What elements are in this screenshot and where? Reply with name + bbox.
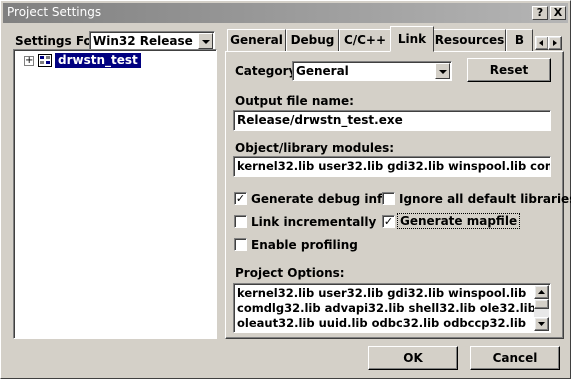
modules-label: Object/library modules: — [235, 141, 395, 155]
generate-debug-info-checkbox[interactable]: ✓ — [234, 192, 247, 205]
settings-for-value: Win32 Release — [93, 34, 193, 48]
tab-debug[interactable]: Debug — [286, 29, 339, 51]
tab-general[interactable]: General — [227, 29, 286, 51]
close-button[interactable]: X — [550, 6, 566, 20]
tab-scroll-left-button[interactable] — [535, 36, 549, 50]
project-settings-window: Project Settings ? X Settings For: Win32… — [0, 0, 571, 379]
tab-browse[interactable]: B — [506, 29, 533, 51]
help-button[interactable]: ? — [532, 6, 548, 20]
tree-item-project[interactable]: drwstn_test — [55, 53, 141, 68]
output-file-input[interactable]: Release/drwstn_test.exe — [233, 110, 551, 131]
ignore-default-libraries-label[interactable]: Ignore all default libraries — [399, 192, 571, 206]
category-value: General — [296, 64, 349, 78]
tab-resources[interactable]: Resources — [433, 29, 506, 51]
link-incrementally-label[interactable]: Link incrementally — [251, 215, 376, 229]
chevron-down-icon[interactable] — [435, 63, 450, 79]
generate-debug-info-label[interactable]: Generate debug info — [251, 192, 391, 206]
generate-mapfile-label[interactable]: Generate mapfile — [397, 213, 521, 229]
tab-scroll-right-button[interactable] — [548, 36, 562, 50]
category-dropdown[interactable]: General — [292, 61, 452, 81]
options-line: comdlg32.lib advapi32.lib shell32.lib ol… — [237, 301, 536, 315]
project-options-textarea[interactable]: kernel32.lib user32.lib gdi32.lib winspo… — [233, 283, 551, 333]
window-title: Project Settings — [7, 5, 102, 19]
chevron-down-icon[interactable] — [198, 33, 213, 49]
arrow-up-icon — [538, 290, 545, 294]
project-icon — [38, 54, 52, 67]
title-bar[interactable]: Project Settings ? X — [3, 3, 568, 23]
link-incrementally-checkbox[interactable] — [234, 215, 247, 228]
ok-button[interactable]: OK — [368, 346, 458, 370]
tab-c-cpp[interactable]: C/C++ — [339, 29, 391, 51]
ignore-default-libraries-checkbox[interactable] — [382, 192, 395, 205]
reset-button[interactable]: Reset — [467, 58, 551, 82]
settings-for-dropdown[interactable]: Win32 Release — [89, 31, 215, 51]
scroll-down-button[interactable] — [534, 317, 549, 331]
generate-mapfile-checkbox[interactable]: ✓ — [382, 215, 395, 228]
project-options-label: Project Options: — [235, 266, 345, 280]
arrow-down-icon — [538, 322, 545, 326]
tree-expand-toggle[interactable]: + — [24, 56, 34, 66]
project-tree[interactable]: + drwstn_test — [13, 49, 217, 339]
cancel-button[interactable]: Cancel — [470, 346, 560, 370]
arrow-left-icon — [539, 40, 543, 46]
tab-link[interactable]: Link — [390, 26, 434, 52]
enable-profiling-checkbox[interactable] — [234, 238, 247, 251]
options-scrollbar[interactable] — [534, 285, 549, 331]
enable-profiling-label[interactable]: Enable profiling — [251, 238, 358, 252]
options-line: oleaut32.lib uuid.lib odbc32.lib odbccp3… — [237, 316, 527, 330]
modules-input[interactable]: kernel32.lib user32.lib gdi32.lib winspo… — [233, 156, 551, 177]
output-file-label: Output file name: — [235, 94, 354, 108]
scroll-thumb[interactable] — [534, 299, 549, 309]
options-line: kernel32.lib user32.lib gdi32.lib winspo… — [237, 286, 527, 300]
scroll-up-button[interactable] — [534, 285, 549, 299]
arrow-right-icon — [553, 40, 557, 46]
